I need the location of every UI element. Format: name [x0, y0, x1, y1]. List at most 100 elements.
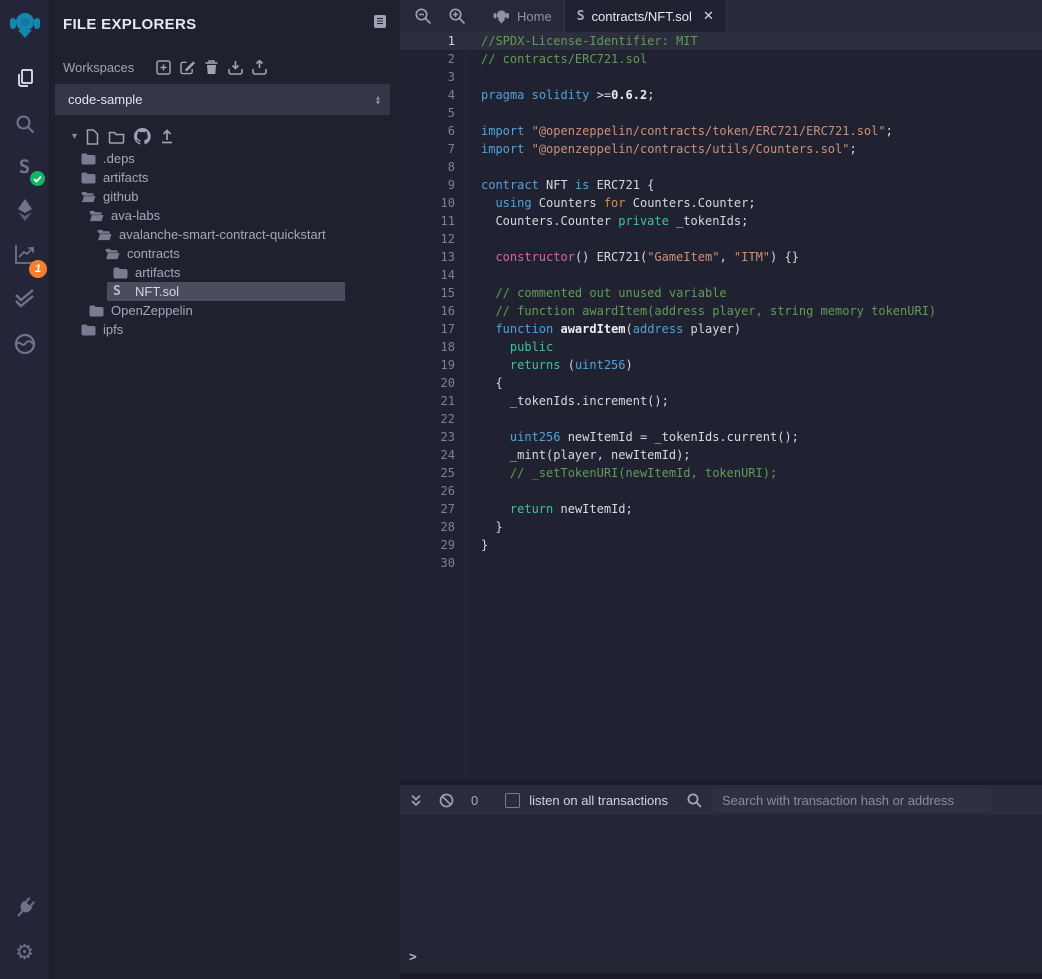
- terminal-scrollbar[interactable]: [400, 973, 1042, 979]
- code-line-6: 6import "@openzeppelin/contracts/token/E…: [400, 122, 1042, 140]
- tree-item-artifacts[interactable]: artifacts: [50, 263, 400, 282]
- book-icon[interactable]: [373, 14, 387, 34]
- code-line-4: 4pragma solidity >=0.6.2;: [400, 86, 1042, 104]
- tree-item--deps[interactable]: .deps: [50, 149, 400, 168]
- code-line-8: 8: [400, 158, 1042, 176]
- line-content: _tokenIds.increment();: [455, 392, 669, 410]
- code-line-1: 1//SPDX-License-Identifier: MIT: [400, 32, 1042, 50]
- listen-transactions-checkbox[interactable]: [505, 793, 520, 808]
- tree-item-label: .deps: [103, 151, 135, 166]
- editor-area: Home Scontracts/NFT.sol✕ 1//SPDX-License-…: [400, 0, 1042, 979]
- code-line-16: 16 // function awardItem(address player,…: [400, 302, 1042, 320]
- collapse-tree-icon[interactable]: ▾: [72, 131, 77, 142]
- upload-file-icon[interactable]: [160, 129, 174, 144]
- rail-solidity-unit-testing-icon[interactable]: [0, 281, 49, 315]
- tree-item-artifacts[interactable]: artifacts: [50, 168, 400, 187]
- tree-item-label: OpenZeppelin: [111, 303, 193, 318]
- rename-workspace-icon[interactable]: [180, 60, 195, 75]
- terminal-search-icon: [686, 792, 702, 808]
- folder-closed-icon: [89, 305, 104, 317]
- code-line-13: 13 constructor() ERC721("GameItem", "ITM…: [400, 248, 1042, 266]
- rail-statistics-icon[interactable]: 1: [0, 237, 49, 271]
- clone-github-icon[interactable]: [134, 128, 151, 145]
- editor-zoom-controls: [400, 0, 480, 32]
- line-number: 17: [400, 320, 455, 338]
- tab-close-icon[interactable]: ✕: [703, 8, 714, 24]
- rail-remix-logo[interactable]: [0, 8, 49, 42]
- tree-item-ava-labs[interactable]: ava-labs: [50, 206, 400, 225]
- tree-item-avalanche-smart-contract-quickstart[interactable]: avalanche-smart-contract-quickstart: [50, 225, 400, 244]
- download-workspace-icon[interactable]: [228, 60, 243, 75]
- restore-workspace-icon[interactable]: [252, 60, 267, 75]
- line-number: 3: [400, 68, 455, 86]
- code-editor[interactable]: 1//SPDX-License-Identifier: MIT2// contr…: [400, 32, 1042, 780]
- line-number: 8: [400, 158, 455, 176]
- terminal-body[interactable]: >: [400, 815, 1042, 979]
- terminal: 0 listen on all transactions >: [400, 780, 1042, 979]
- tree-item-github[interactable]: github: [50, 187, 400, 206]
- tree-toolbar: ▾: [72, 128, 400, 145]
- line-content: [455, 554, 481, 572]
- tree-item-label: github: [103, 189, 138, 204]
- tree-item-openzeppelin[interactable]: OpenZeppelin: [50, 301, 400, 320]
- workspace-select[interactable]: code-sample ▴▾: [55, 84, 390, 115]
- folder-closed-icon: [81, 172, 96, 184]
- tab-label: Home: [517, 9, 552, 24]
- rail-plugin-circle-icon[interactable]: [0, 327, 49, 361]
- terminal-expand-icon[interactable]: [410, 794, 422, 807]
- code-line-5: 5: [400, 104, 1042, 122]
- clear-console-icon[interactable]: [439, 793, 454, 808]
- new-file-icon[interactable]: [86, 129, 99, 145]
- rail-plugin-manager-icon[interactable]: [0, 891, 49, 925]
- workspaces-label: Workspaces: [63, 60, 134, 75]
- tree-item-label: ipfs: [103, 322, 123, 337]
- line-content: import "@openzeppelin/contracts/utils/Co…: [455, 140, 857, 158]
- code-line-27: 27 return newItemId;: [400, 500, 1042, 518]
- delete-workspace-icon[interactable]: [204, 60, 219, 75]
- rail-plugin-search-icon[interactable]: [0, 107, 49, 141]
- line-number: 4: [400, 86, 455, 104]
- line-number: 9: [400, 176, 455, 194]
- line-number: 24: [400, 446, 455, 464]
- tree-item-contracts[interactable]: contracts: [50, 244, 400, 263]
- rail-solidity-compiler-icon[interactable]: S: [0, 150, 49, 184]
- line-number: 12: [400, 230, 455, 248]
- folder-open-icon: [81, 191, 96, 203]
- code-line-22: 22: [400, 410, 1042, 428]
- line-number: 29: [400, 536, 455, 554]
- code-line-15: 15 // commented out unused variable: [400, 284, 1042, 302]
- line-number: 18: [400, 338, 455, 356]
- code-line-11: 11 Counters.Counter private _tokenIds;: [400, 212, 1042, 230]
- tree-item-ipfs[interactable]: ipfs: [50, 320, 400, 339]
- code-line-3: 3: [400, 68, 1042, 86]
- line-content: // _setTokenURI(newItemId, tokenURI);: [455, 464, 777, 482]
- transaction-search-input[interactable]: [712, 788, 992, 812]
- folder-open-icon: [105, 248, 120, 260]
- rail-file-explorer-icon[interactable]: [0, 61, 49, 95]
- tab-home[interactable]: Home: [480, 0, 564, 32]
- line-number: 2: [400, 50, 455, 68]
- tab-contracts-nft-sol[interactable]: Scontracts/NFT.sol✕: [564, 0, 727, 32]
- create-workspace-icon[interactable]: [156, 60, 171, 75]
- tab-bar: Home Scontracts/NFT.sol✕: [400, 0, 1042, 32]
- solidity-icon: S: [577, 10, 585, 23]
- tree-item-label: artifacts: [103, 170, 149, 185]
- line-content: [455, 482, 481, 500]
- new-folder-icon[interactable]: [108, 130, 125, 144]
- line-number: 16: [400, 302, 455, 320]
- code-line-29: 29}: [400, 536, 1042, 554]
- line-number: 5: [400, 104, 455, 122]
- rail-settings-icon[interactable]: ⚙: [0, 935, 49, 969]
- line-number: 14: [400, 266, 455, 284]
- zoom-in-icon[interactable]: [448, 7, 466, 25]
- rail-deploy-and-run-icon[interactable]: [0, 193, 49, 227]
- line-content: function awardItem(address player): [455, 320, 741, 338]
- remix-ide-window: S 1 ⚙ FILE EXPLORERS Workspaces code-sampl…: [0, 0, 1042, 979]
- line-content: }: [455, 536, 488, 554]
- code-line-14: 14: [400, 266, 1042, 284]
- terminal-prompt[interactable]: >: [409, 950, 417, 965]
- zoom-out-icon[interactable]: [414, 7, 432, 25]
- tree-item-nft-sol[interactable]: SNFT.sol: [50, 282, 400, 301]
- line-content: {: [455, 374, 503, 392]
- file-explorer-panel: FILE EXPLORERS Workspaces code-sample ▴▾…: [50, 0, 400, 979]
